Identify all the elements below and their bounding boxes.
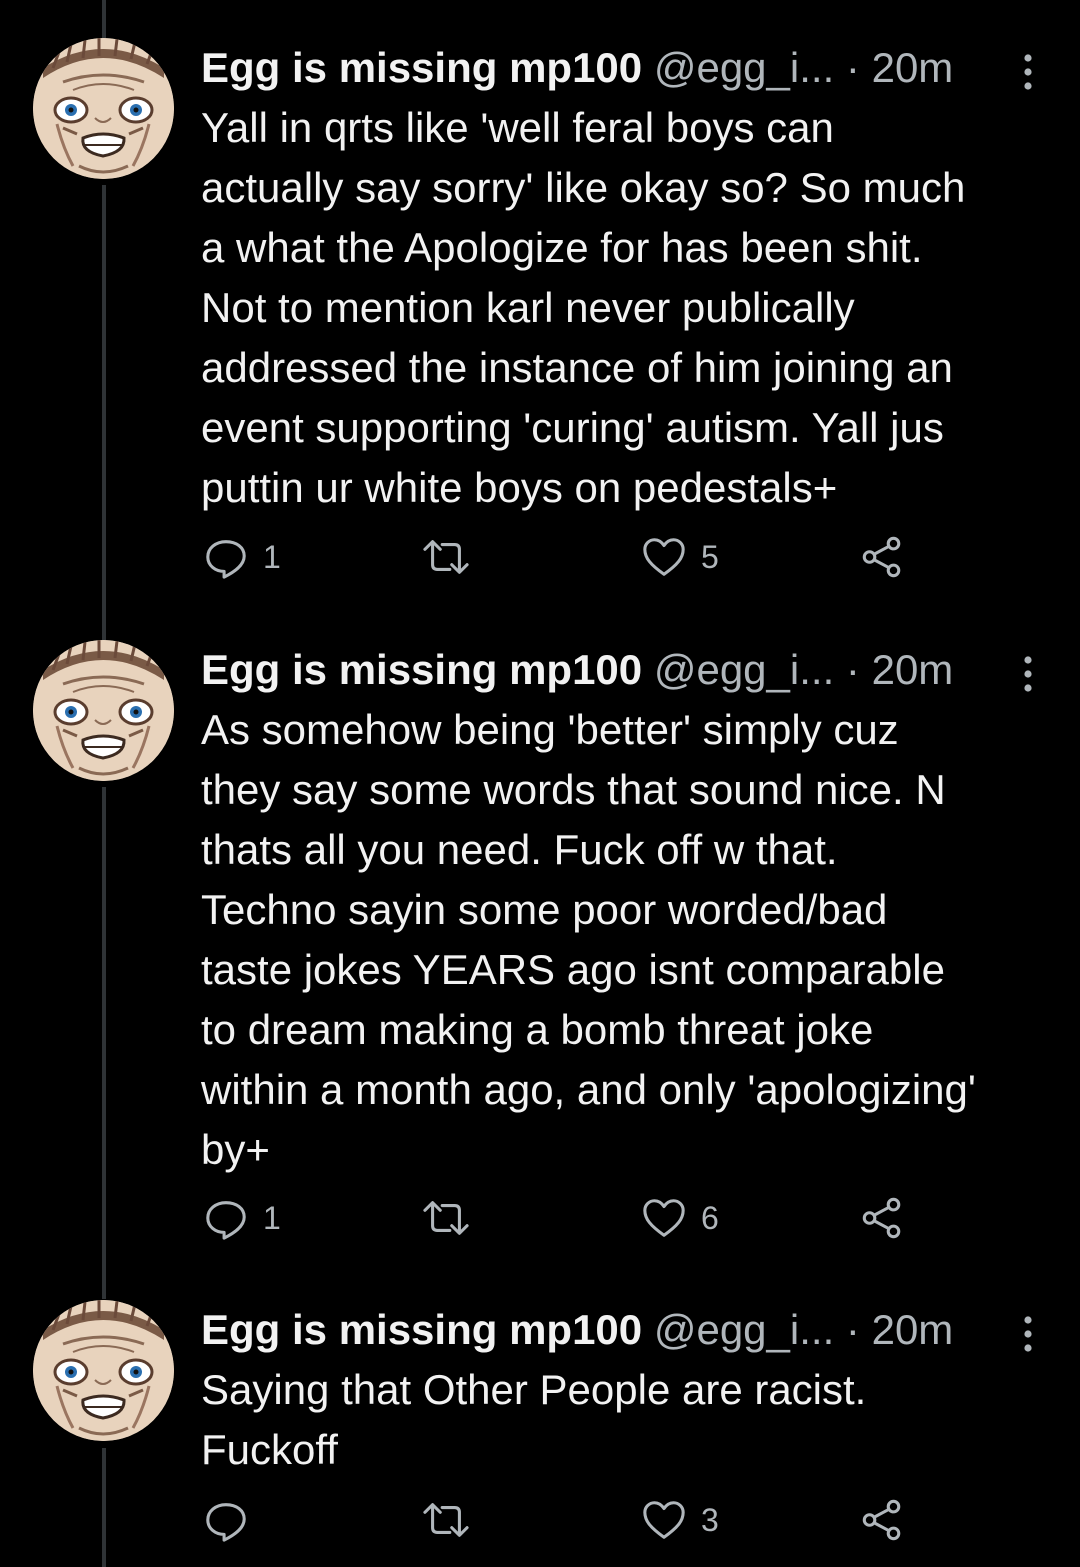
- heart-icon: [641, 1195, 687, 1241]
- reply-button[interactable]: 1: [203, 1193, 281, 1243]
- reply-icon: [203, 1195, 249, 1241]
- share-button[interactable]: [859, 1495, 905, 1545]
- avatar[interactable]: [33, 38, 174, 179]
- tweet-text-line: actually say sorry' like okay so? So muc…: [201, 164, 966, 211]
- thread-line: [102, 1448, 106, 1567]
- more-vertical-icon[interactable]: [1016, 1310, 1040, 1352]
- avatar-image: [33, 38, 174, 179]
- like-count: 5: [701, 538, 719, 575]
- display-name[interactable]: Egg is missing mp100: [201, 44, 642, 91]
- reply-button[interactable]: 1: [203, 532, 281, 582]
- reply-icon: [203, 534, 249, 580]
- tweet-text-line: to dream making a bomb threat joke: [201, 1006, 874, 1053]
- separator-dot: ·: [845, 646, 860, 693]
- retweet-button[interactable]: [419, 532, 487, 582]
- more-vertical-icon[interactable]: [1016, 48, 1040, 90]
- username-handle[interactable]: @egg_i...: [654, 44, 834, 91]
- reply-button[interactable]: [203, 1495, 263, 1545]
- timestamp[interactable]: 20m: [872, 1306, 954, 1353]
- avatar[interactable]: [33, 640, 174, 781]
- tweet-header: Egg is missing mp100 @egg_i... · 20m: [201, 640, 1051, 700]
- retweet-icon: [419, 534, 473, 580]
- tweet-text-line: within a month ago, and only 'apologizin…: [201, 1066, 976, 1113]
- separator-dot: ·: [845, 1306, 860, 1353]
- tweet-text-line: taste jokes YEARS ago isnt comparable: [201, 946, 945, 993]
- tweet-content: Egg is missing mp100 @egg_i... · 20m Yal…: [201, 38, 1051, 579]
- username-handle[interactable]: @egg_i...: [654, 646, 834, 693]
- like-button[interactable]: 6: [641, 1193, 719, 1243]
- tweet-text-line: Techno sayin some poor worded/bad: [201, 886, 888, 933]
- tweet-text-line: puttin ur white boys on pedestals+: [201, 464, 838, 511]
- tweet-text: Yall in qrts like 'well feral boys can ac…: [201, 98, 1051, 518]
- display-name[interactable]: Egg is missing mp100: [201, 646, 642, 693]
- retweet-button[interactable]: [419, 1193, 487, 1243]
- tweet-text-line: event supporting 'curing' autism. Yall j…: [201, 404, 944, 451]
- tweet-content: Egg is missing mp100 @egg_i... · 20m Say…: [201, 1300, 1051, 1542]
- like-count: 6: [701, 1199, 719, 1236]
- like-count: 3: [701, 1501, 719, 1538]
- tweet-actions: 1: [201, 1193, 1051, 1243]
- share-button[interactable]: [859, 1193, 905, 1243]
- share-button[interactable]: [859, 532, 905, 582]
- display-name[interactable]: Egg is missing mp100: [201, 1306, 642, 1353]
- tweet-actions: 1: [201, 532, 1051, 582]
- thread-line: [102, 0, 106, 38]
- avatar-image: [33, 640, 174, 781]
- tweet-text-line: As somehow being 'better' simply cuz: [201, 706, 899, 753]
- tweet-text-line: thats all you need. Fuck off w that.: [201, 826, 838, 873]
- timestamp[interactable]: 20m: [872, 44, 954, 91]
- like-button[interactable]: 5: [641, 532, 719, 582]
- tweet-text-line: addressed the instance of him joining an: [201, 344, 953, 391]
- share-icon: [859, 1195, 905, 1241]
- tweet-text-line: Yall in qrts like 'well feral boys can: [201, 104, 834, 151]
- tweet-header: Egg is missing mp100 @egg_i... · 20m: [201, 1300, 1051, 1360]
- like-button[interactable]: 3: [641, 1495, 719, 1545]
- retweet-icon: [419, 1195, 473, 1241]
- retweet-button[interactable]: [419, 1495, 487, 1545]
- tweet-header: Egg is missing mp100 @egg_i... · 20m: [201, 38, 1051, 98]
- reply-count: 1: [263, 1199, 281, 1236]
- heart-icon: [641, 534, 687, 580]
- more-vertical-icon[interactable]: [1016, 650, 1040, 692]
- tweet-content: Egg is missing mp100 @egg_i... · 20m As …: [201, 640, 1051, 1240]
- reply-count: 1: [263, 538, 281, 575]
- timestamp[interactable]: 20m: [872, 646, 954, 693]
- reply-icon: [203, 1497, 249, 1543]
- tweet-text-line: a what the Apologize for has been shit.: [201, 224, 923, 271]
- avatar[interactable]: [33, 1300, 174, 1441]
- share-icon: [859, 1497, 905, 1543]
- tweet-text-line: Fuckoff: [201, 1426, 338, 1473]
- heart-icon: [641, 1497, 687, 1543]
- retweet-icon: [419, 1497, 473, 1543]
- tweet-text-line: Saying that Other People are racist.: [201, 1366, 867, 1413]
- avatar-image: [33, 1300, 174, 1441]
- tweet-text: Saying that Other People are racist. Fuck…: [201, 1360, 1051, 1480]
- tweet-text: As somehow being 'better' simply cuz they…: [201, 700, 1051, 1180]
- thread-line: [102, 787, 106, 1299]
- username-handle[interactable]: @egg_i...: [654, 1306, 834, 1353]
- thread-line: [102, 185, 106, 640]
- separator-dot: ·: [845, 44, 860, 91]
- share-icon: [859, 534, 905, 580]
- tweet-actions: 3: [201, 1495, 1051, 1545]
- tweet-text-line: Not to mention karl never publically: [201, 284, 855, 331]
- tweet-text-line: they say some words that sound nice. N: [201, 766, 946, 813]
- tweet-text-line: by+: [201, 1126, 270, 1173]
